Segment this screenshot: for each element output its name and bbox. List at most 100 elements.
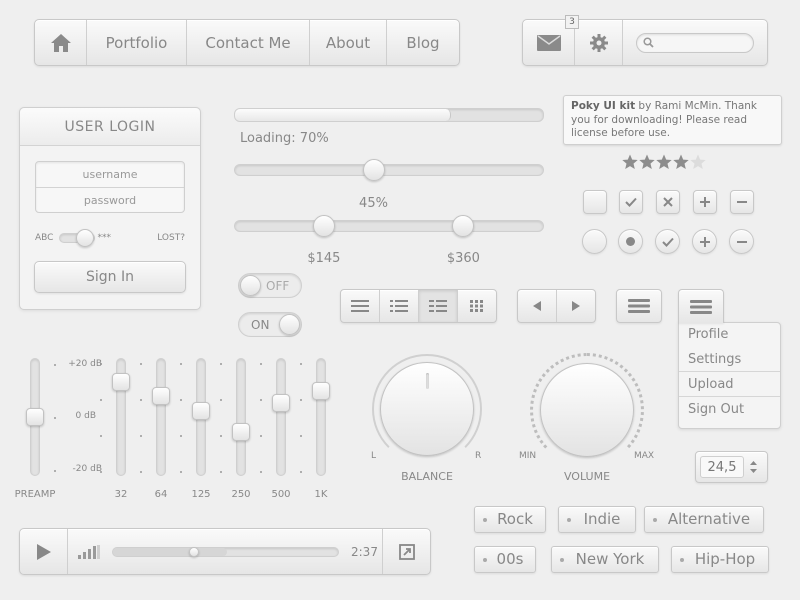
view-grid-button[interactable] (458, 290, 496, 322)
volume-bars-icon[interactable] (78, 544, 100, 559)
numeric-spinner: 24,5 (695, 451, 768, 483)
plus-icon (700, 197, 710, 207)
checkbox-crossed[interactable] (656, 190, 680, 214)
volume-max-label: MAX (634, 451, 655, 461)
tag-hip-hop[interactable]: Hip-Hop (671, 546, 769, 573)
view-detail-list-button[interactable] (380, 290, 419, 322)
star-rating[interactable] (622, 154, 706, 170)
eq-tick-dot (180, 399, 182, 401)
checkbox-plus[interactable] (693, 190, 717, 214)
tag-rock[interactable]: Rock (474, 506, 546, 533)
price-range-high-handle[interactable] (452, 215, 475, 237)
star-empty-icon[interactable] (690, 154, 706, 170)
menu-button[interactable] (616, 289, 662, 323)
percent-slider-track[interactable] (234, 164, 544, 176)
dropdown-menu: Profile Settings Upload Sign Out (678, 322, 781, 429)
media-player: 2:37 (19, 528, 431, 575)
equalizer: PREAMP 32 64 125 250 500 1K (0, 0, 330, 500)
username-field[interactable]: username (36, 162, 184, 188)
toggle-on-knob (279, 314, 300, 335)
previous-button[interactable] (518, 290, 557, 322)
percent-slider-value: 45% (359, 196, 388, 211)
star-filled-icon[interactable] (673, 154, 689, 170)
settings-button[interactable] (575, 20, 623, 65)
toggle-on-label: ON (251, 318, 270, 332)
price-range-track[interactable] (234, 220, 544, 232)
nav-contact[interactable]: Contact Me (187, 20, 310, 65)
search-input[interactable] (636, 32, 754, 53)
menu-item-sign-out[interactable]: Sign Out (679, 397, 780, 422)
price-range-low-handle[interactable] (312, 215, 335, 237)
eq-slider-handle-32[interactable] (112, 372, 130, 391)
checkbox-minus[interactable] (730, 190, 754, 214)
dropdown-toggle-button[interactable] (678, 289, 724, 323)
menu-item-settings[interactable]: Settings (679, 347, 780, 372)
utility-bar: 3 (522, 15, 768, 66)
menu-item-upload[interactable]: Upload (679, 372, 780, 397)
checkbox-checked[interactable] (619, 190, 643, 214)
nav-portfolio[interactable]: Portfolio (87, 20, 187, 65)
balance-knob[interactable] (380, 362, 474, 456)
radio-selected[interactable] (618, 229, 643, 254)
checkbox-empty[interactable] (583, 190, 607, 214)
radio-checked[interactable] (655, 229, 680, 254)
tag-00s[interactable]: 00s (474, 546, 536, 573)
spinner-up-icon[interactable] (750, 461, 757, 465)
toggle-off[interactable]: OFF (238, 273, 302, 298)
eq-slider-handle-250[interactable] (232, 423, 250, 442)
lost-password-link[interactable]: LOST? (157, 233, 185, 243)
spinner-down-icon[interactable] (750, 469, 757, 473)
radio-minus[interactable] (729, 229, 754, 254)
sign-in-button[interactable]: Sign In (34, 261, 186, 293)
balance-left-label: L (371, 451, 377, 461)
radio-plus[interactable] (692, 229, 717, 254)
tag-indie[interactable]: Indie (558, 506, 636, 533)
radio-empty[interactable] (582, 229, 607, 254)
eq-tick-dot (300, 471, 302, 473)
search-icon (643, 37, 654, 48)
tag-alternative[interactable]: Alternative (644, 506, 764, 533)
next-button[interactable] (557, 290, 595, 322)
eq-slider-track-500[interactable] (276, 358, 286, 476)
password-field[interactable]: password (36, 188, 184, 213)
eq-slider-handle-1k[interactable] (312, 382, 330, 401)
star-filled-icon[interactable] (656, 154, 672, 170)
play-button[interactable] (20, 529, 68, 574)
nav-blog[interactable]: Blog (387, 20, 459, 65)
tag-new-york[interactable]: New York (551, 546, 659, 573)
nav-home[interactable] (35, 20, 87, 65)
eq-slider-track-250[interactable] (236, 358, 246, 476)
star-filled-icon[interactable] (639, 154, 655, 170)
mail-button[interactable]: 3 (523, 15, 579, 65)
login-title: USER LOGIN (20, 108, 200, 146)
view-list-button[interactable] (341, 290, 380, 322)
toggle-on[interactable]: ON (238, 312, 302, 337)
menu-item-profile[interactable]: Profile (679, 323, 780, 347)
fullscreen-button[interactable] (382, 529, 430, 574)
show-password-toggle[interactable] (59, 229, 96, 247)
eq-label-1k: 1K (314, 489, 328, 500)
percent-slider-handle[interactable] (362, 159, 385, 181)
seek-bar[interactable] (112, 546, 339, 557)
eq-slider-track-1k[interactable] (316, 358, 326, 476)
nav-about[interactable]: About (310, 20, 387, 65)
eq-slider-track-64[interactable] (156, 358, 166, 476)
view-columns-button[interactable] (419, 290, 458, 322)
cross-icon (663, 197, 673, 207)
loading-label: Loading: 70% (240, 131, 329, 146)
eq-tick-dot (140, 435, 142, 437)
toggle-off-label: OFF (266, 279, 290, 293)
price-range-low-value: $145 (307, 251, 341, 266)
eq-tick-dot (300, 363, 302, 365)
eq-slider-handle-64[interactable] (152, 386, 170, 405)
seek-handle[interactable] (189, 546, 200, 557)
arrow-right-icon (572, 301, 580, 311)
volume-knob[interactable] (540, 363, 634, 457)
star-filled-icon[interactable] (622, 154, 638, 170)
eq-tick-dot (220, 399, 222, 401)
fullscreen-icon (398, 543, 415, 560)
spinner-input[interactable]: 24,5 (700, 456, 744, 478)
eq-slider-handle-125[interactable] (192, 402, 210, 421)
eq-slider-handle-preamp[interactable] (26, 408, 44, 426)
eq-slider-handle-500[interactable] (272, 393, 290, 412)
